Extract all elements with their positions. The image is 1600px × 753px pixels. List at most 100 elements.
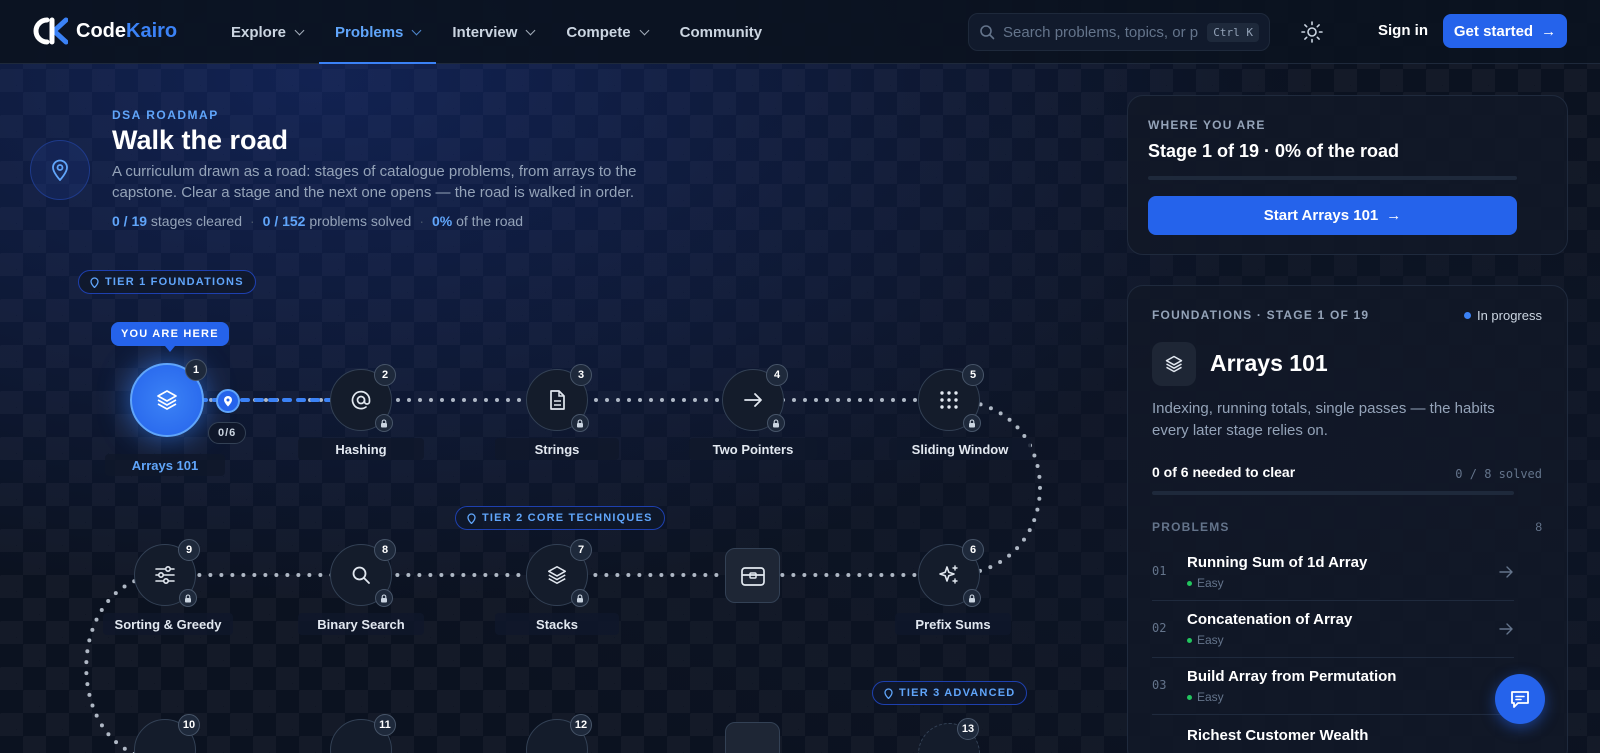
signin-button[interactable]: Sign in: [1378, 22, 1428, 39]
stage-label-3: Strings: [495, 438, 619, 460]
chat-button[interactable]: [1495, 674, 1545, 724]
treasure-chest-icon[interactable]: [725, 548, 780, 603]
at-icon: [351, 390, 371, 410]
menu-explore-label: Explore: [231, 23, 287, 41]
search-input[interactable]: Search problems, topics, or p... Ctrl K: [968, 13, 1270, 51]
where-title: Stage 1 of 19 · 0% of the road: [1148, 141, 1400, 161]
problem-row[interactable]: 03 Build Array from Permutation Easy: [1152, 658, 1514, 715]
solved-count: 0 / 8 solved: [1455, 467, 1542, 481]
layers-icon: [1152, 342, 1196, 386]
start-stage-button[interactable]: Start Arrays 101 →: [1148, 196, 1517, 235]
arrow-right-icon: [744, 393, 762, 407]
where-you-are-card: WHERE YOU ARE Stage 1 of 19 · 0% of the …: [1127, 95, 1568, 255]
tier-1-pill: TIER 1 FOUNDATIONS: [78, 270, 256, 294]
stage-number-badge: 13: [957, 718, 979, 740]
get-started-label: Get started: [1453, 22, 1534, 40]
stage-label-1: Arrays 101: [105, 454, 225, 476]
chevron-down-icon: [639, 25, 650, 35]
logo-mark-icon: [33, 17, 68, 45]
status-badge: In progress: [1463, 308, 1542, 323]
stage-number-badge: 11: [374, 714, 396, 736]
stage-progress-count: 0/6: [208, 422, 247, 444]
stage-number-badge: 2: [374, 364, 396, 386]
problem-title: Richest Customer Wealth: [1187, 727, 1369, 744]
tier-2-label: TIER 2 CORE TECHNIQUES: [482, 512, 653, 524]
arrow-right-icon: →: [1541, 22, 1557, 40]
menu-explore[interactable]: Explore: [215, 0, 319, 64]
tier-2-pill: TIER 2 CORE TECHNIQUES: [455, 506, 665, 530]
search-icon: [980, 25, 995, 40]
treasure-chest-icon[interactable]: [725, 722, 780, 753]
sparkle-icon: [939, 565, 958, 584]
stage-description: Indexing, running totals, single passes …: [1152, 400, 1495, 439]
lock-icon: [375, 589, 393, 607]
road-progress-bar: [1148, 176, 1517, 180]
stage-label-7: Stacks: [495, 613, 619, 635]
layers-icon: [157, 390, 177, 410]
chevron-down-icon: [525, 25, 536, 35]
menu-problems[interactable]: Problems: [319, 0, 437, 64]
logo-text: CodeKairo: [76, 20, 177, 43]
stage-label-8: Binary Search: [298, 613, 424, 635]
stage-label-2: Hashing: [298, 438, 424, 460]
difficulty-dot: [1187, 637, 1192, 643]
search-shortcut: Ctrl K: [1207, 22, 1259, 42]
stage-number-badge: 1: [185, 359, 207, 381]
chevron-down-icon: [411, 25, 422, 35]
problem-title: Running Sum of 1d Array: [1187, 554, 1368, 571]
status-label: In progress: [1476, 308, 1542, 323]
main-menu: Explore Problems Interview Compete Commu…: [215, 0, 778, 64]
menu-community[interactable]: Community: [664, 0, 779, 64]
difficulty-tag: Easy: [1187, 690, 1224, 704]
problem-title: Concatenation of Array: [1187, 611, 1353, 628]
chat-icon: [1511, 691, 1529, 708]
sliders-icon: [155, 565, 175, 585]
stage-number-badge: 5: [962, 364, 984, 386]
logo[interactable]: CodeKairo: [30, 16, 177, 46]
problems-count: 8: [1535, 520, 1542, 534]
stage-number-badge: 12: [570, 714, 592, 736]
get-started-button[interactable]: Get started →: [1443, 14, 1567, 48]
stage-number-badge: 4: [766, 364, 788, 386]
stage-number-badge: 6: [962, 539, 984, 561]
stage-number-badge: 7: [570, 539, 592, 561]
stage-name: Arrays 101: [1210, 350, 1328, 376]
tier-1-label: TIER 1 FOUNDATIONS: [105, 276, 244, 288]
where-eyebrow: WHERE YOU ARE: [1148, 118, 1266, 132]
menu-compete-label: Compete: [566, 23, 631, 41]
grid-dots-icon: [940, 391, 958, 409]
sun-icon[interactable]: [1300, 20, 1324, 44]
lock-icon: [179, 589, 197, 607]
problem-row[interactable]: 01 Running Sum of 1d Array Easy: [1152, 544, 1514, 601]
map-pin-icon: [224, 396, 232, 407]
difficulty-label: Easy: [1197, 576, 1224, 590]
difficulty-dot: [1187, 580, 1192, 586]
difficulty-tag: Easy: [1187, 633, 1224, 647]
layers-icon: [547, 565, 567, 585]
map-pin-icon: [467, 512, 476, 524]
lock-icon: [571, 589, 589, 607]
menu-compete[interactable]: Compete: [550, 0, 663, 64]
current-position-pin: [216, 389, 240, 413]
problem-row[interactable]: Richest Customer Wealth: [1152, 715, 1514, 753]
tier-3-pill: TIER 3 ADVANCED: [872, 681, 1028, 705]
arrow-right-icon: →: [1386, 207, 1402, 224]
lock-icon: [963, 589, 981, 607]
stage-number-badge: 3: [570, 364, 592, 386]
menu-interview[interactable]: Interview: [436, 0, 550, 64]
search-icon: [352, 566, 370, 584]
menu-interview-label: Interview: [452, 23, 518, 41]
logo-text-part1: Code: [76, 19, 126, 42]
difficulty-label: Easy: [1197, 633, 1224, 647]
lock-icon: [375, 414, 393, 432]
problem-row[interactable]: 02 Concatenation of Array Easy: [1152, 601, 1514, 658]
tier-3-label: TIER 3 ADVANCED: [899, 687, 1016, 699]
menu-community-label: Community: [679, 23, 763, 41]
difficulty-label: Easy: [1197, 690, 1224, 704]
stage-eyebrow: FOUNDATIONS · STAGE 1 OF 19: [1152, 308, 1370, 322]
search-placeholder: Search problems, topics, or p...: [1003, 23, 1200, 41]
stage-progress-bar: [1152, 491, 1514, 495]
stage-label-6: Prefix Sums: [895, 613, 1011, 635]
stage-label-9: Sorting & Greedy: [103, 613, 233, 635]
problems-header: PROBLEMS: [1152, 520, 1230, 534]
